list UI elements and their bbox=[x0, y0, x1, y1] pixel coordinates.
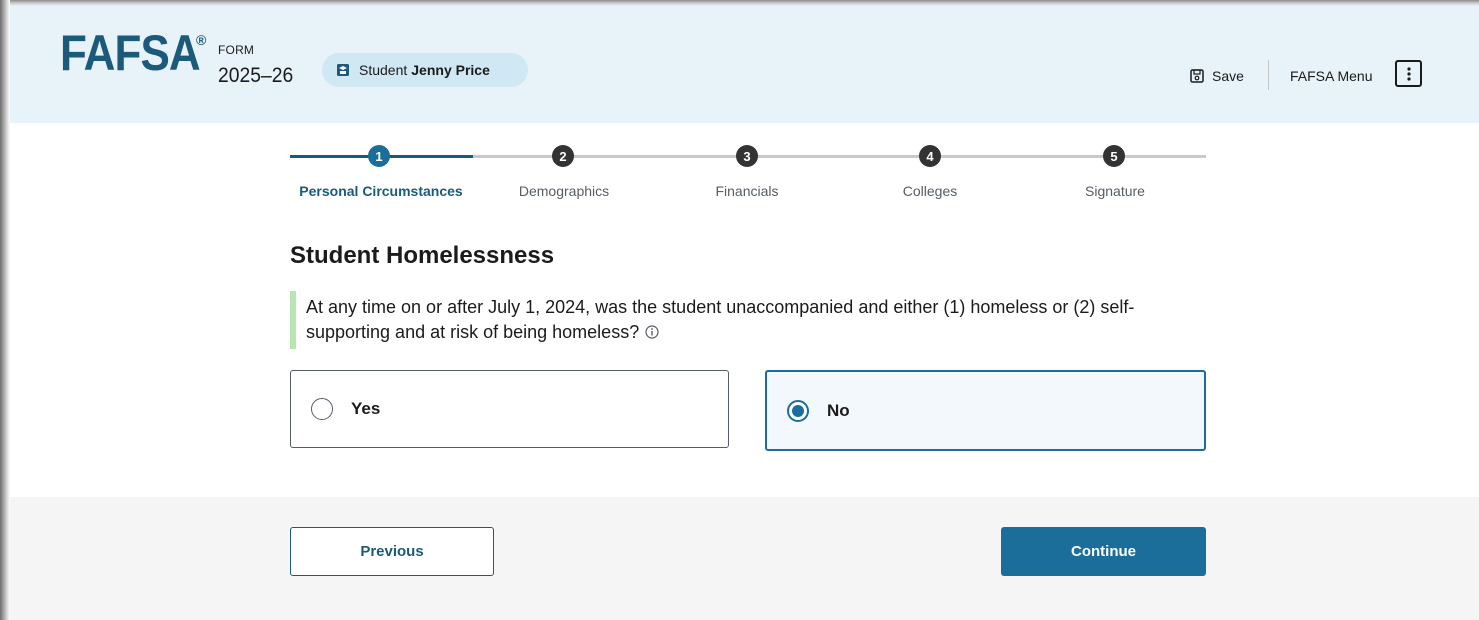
radio-yes[interactable] bbox=[311, 398, 333, 420]
save-label: Save bbox=[1212, 68, 1244, 84]
save-button[interactable]: Save bbox=[1190, 68, 1244, 84]
info-circle-icon[interactable] bbox=[645, 321, 659, 346]
question-text: At any time on or after July 1, 2024, wa… bbox=[306, 295, 1216, 346]
student-badge: Student Jenny Price bbox=[322, 53, 528, 87]
question-accent-bar bbox=[290, 291, 296, 349]
option-no-label: No bbox=[827, 400, 850, 420]
student-cap-icon bbox=[336, 63, 350, 77]
step-4-label: Colleges bbox=[902, 183, 958, 199]
fafsa-logo: FAFSA bbox=[60, 25, 201, 81]
progress-stepper: 1 2 3 4 5 Personal Circumstances Demogra… bbox=[290, 140, 1206, 210]
step-2-label: Demographics bbox=[518, 183, 610, 199]
step-1-label: Personal Circumstances bbox=[299, 183, 463, 199]
save-icon bbox=[1190, 69, 1204, 83]
option-yes-label: Yes bbox=[351, 399, 381, 418]
page-footer bbox=[10, 497, 1479, 620]
radio-no[interactable] bbox=[787, 399, 809, 422]
step-3-indicator: 3 bbox=[736, 145, 758, 167]
registered-mark: ® bbox=[196, 32, 207, 48]
kebab-menu-icon bbox=[1406, 66, 1411, 81]
radio-option-no[interactable]: No bbox=[765, 370, 1206, 451]
page-title: Student Homelessness bbox=[290, 242, 555, 269]
step-3-label: Financials bbox=[715, 183, 779, 199]
step-5-label: Signature bbox=[1085, 183, 1145, 199]
previous-button[interactable]: Previous bbox=[290, 527, 494, 576]
step-5-indicator: 5 bbox=[1103, 145, 1125, 167]
fafsa-menu-button[interactable] bbox=[1395, 60, 1422, 87]
header-divider bbox=[1268, 60, 1269, 90]
form-label: FORM bbox=[218, 43, 255, 57]
student-prefix: Student bbox=[359, 62, 408, 78]
step-4-indicator: 4 bbox=[919, 145, 941, 167]
window-frame-left bbox=[0, 0, 10, 620]
continue-button[interactable]: Continue bbox=[1001, 527, 1206, 576]
question-body: At any time on or after July 1, 2024, wa… bbox=[306, 297, 1135, 342]
form-year: 2025–26 bbox=[218, 64, 294, 87]
radio-option-yes[interactable]: Yes bbox=[290, 370, 729, 448]
step-1-indicator: 1 bbox=[368, 145, 390, 167]
fafsa-menu-label[interactable]: FAFSA Menu bbox=[1290, 68, 1372, 84]
student-name: Jenny Price bbox=[411, 62, 490, 78]
step-2-indicator: 2 bbox=[552, 145, 574, 167]
